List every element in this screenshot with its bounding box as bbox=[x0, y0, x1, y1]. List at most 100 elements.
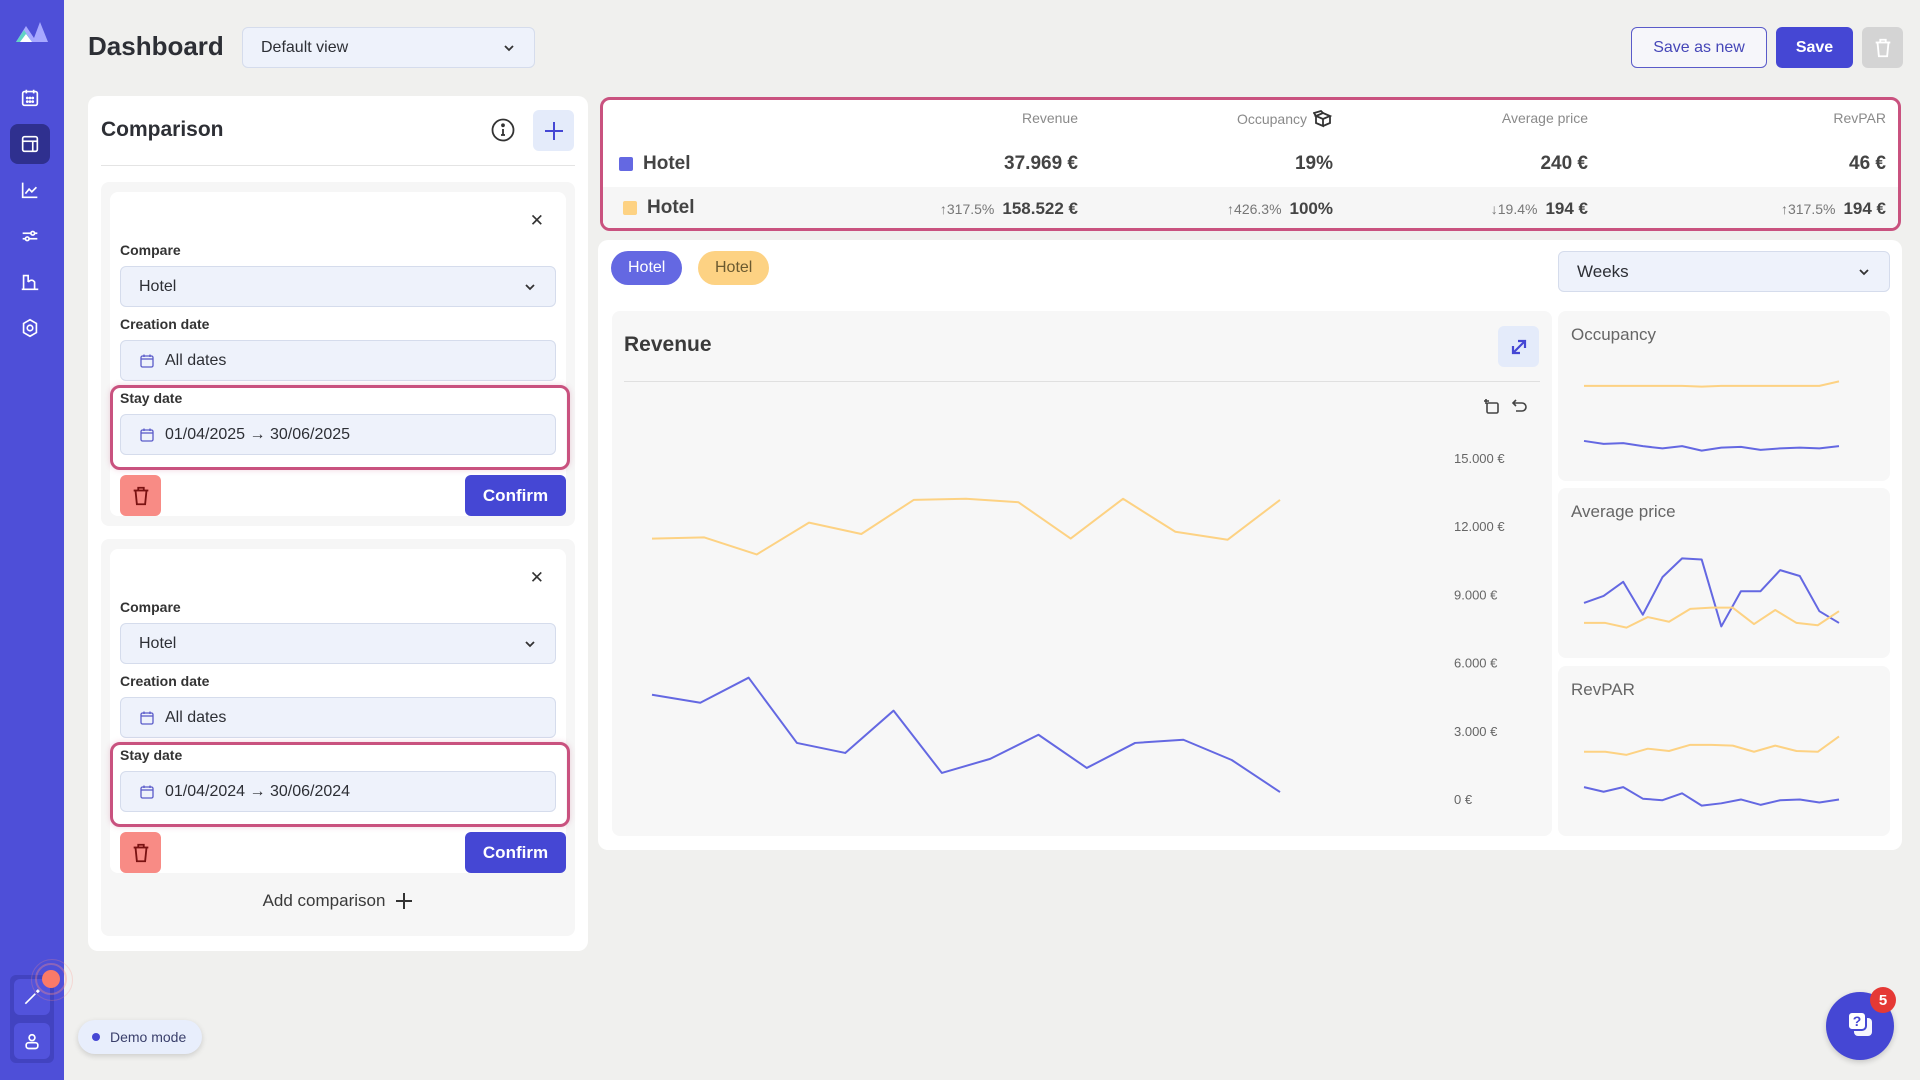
mini-series-line-blue bbox=[1583, 557, 1840, 628]
y-tick-label: 15.000 € bbox=[1454, 451, 1505, 466]
add-comparison-label: Add comparison bbox=[262, 891, 386, 910]
occupancy-value: ↑426.3% 100% bbox=[1227, 199, 1333, 218]
layout-icon bbox=[21, 135, 39, 153]
trash-icon bbox=[133, 486, 148, 505]
plus-icon bbox=[544, 121, 563, 140]
revenue-value: 37.969 € bbox=[1004, 153, 1078, 174]
granularity-select[interactable]: Weeks bbox=[1558, 251, 1890, 292]
creation-date-value: All dates bbox=[165, 351, 227, 369]
comparison-card: ✕ Compare Hotel Creation date All dates … bbox=[110, 549, 570, 873]
expand-icon bbox=[1511, 339, 1526, 354]
divider bbox=[624, 381, 1540, 382]
expand-button[interactable] bbox=[1498, 326, 1539, 367]
compare-select[interactable]: Hotel bbox=[120, 266, 556, 307]
compare-value: Hotel bbox=[139, 634, 177, 652]
logo-icon[interactable] bbox=[14, 18, 50, 44]
confirm-button[interactable]: Confirm bbox=[465, 475, 566, 516]
average-price-value: ↓19.4% 194 € bbox=[1490, 199, 1588, 218]
calendar-icon bbox=[140, 785, 154, 799]
sidebar-item-dashboard[interactable] bbox=[10, 124, 50, 164]
y-tick-label: 0 € bbox=[1454, 792, 1473, 807]
delete-comparison-button[interactable] bbox=[120, 832, 161, 873]
y-tick-label: 6.000 € bbox=[1454, 656, 1498, 671]
box-icon[interactable] bbox=[1313, 110, 1333, 128]
save-button[interactable]: Save bbox=[1776, 27, 1853, 68]
gear-icon bbox=[22, 318, 38, 338]
save-as-new-button[interactable]: Save as new bbox=[1631, 27, 1767, 68]
delete-comparison-button[interactable] bbox=[120, 475, 161, 516]
demo-mode-badge[interactable]: Demo mode bbox=[78, 1020, 203, 1054]
building-icon bbox=[21, 274, 39, 291]
color-swatch bbox=[619, 157, 633, 171]
sliders-icon bbox=[22, 230, 38, 242]
column-header-revenue: Revenue bbox=[1021, 110, 1078, 126]
summary-table: Revenue Occupancy Average price RevPAR H… bbox=[600, 97, 1901, 231]
reset-zoom-button[interactable] bbox=[1510, 397, 1530, 417]
demo-mode-label: Demo mode bbox=[110, 1029, 187, 1045]
series-line-yellow[interactable] bbox=[651, 497, 1281, 556]
creation-date-value: All dates bbox=[165, 708, 227, 726]
average-price-value: 240 € bbox=[1540, 153, 1588, 174]
sidebar-item-settings[interactable] bbox=[10, 308, 50, 348]
sidebar bbox=[0, 0, 73, 1080]
mini-series-line-blue bbox=[1583, 786, 1840, 807]
confirm-button[interactable]: Confirm bbox=[465, 832, 566, 873]
comparison-card-wrapper: ✕ Compare Hotel Creation date All dates … bbox=[101, 182, 575, 526]
compare-value: Hotel bbox=[139, 277, 177, 295]
add-comparison-button[interactable]: Add comparison bbox=[101, 891, 575, 911]
mini-series-line-blue bbox=[1583, 439, 1840, 452]
delta: ↑317.5% bbox=[1780, 201, 1836, 217]
average-price-chart-card: Average price bbox=[1558, 488, 1890, 658]
mini-series-line-yellow bbox=[1584, 380, 1840, 388]
creation-date-input[interactable]: All dates bbox=[120, 697, 556, 738]
delete-view-button[interactable] bbox=[1862, 27, 1903, 68]
chevron-down-icon bbox=[504, 44, 514, 51]
y-tick-label: 9.000 € bbox=[1454, 587, 1498, 602]
compare-select[interactable]: Hotel bbox=[120, 623, 556, 664]
series-chip[interactable]: Hotel bbox=[611, 251, 683, 285]
sidebar-item-calendar[interactable] bbox=[10, 78, 50, 118]
series-chip[interactable]: Hotel bbox=[698, 251, 770, 285]
stay-date-input[interactable]: 01/04/2024 → 30/06/2024 bbox=[120, 771, 556, 812]
page-title: Dashboard bbox=[88, 31, 224, 61]
revpar-chart-card: RevPAR bbox=[1558, 666, 1890, 836]
revpar-value: 46 € bbox=[1849, 153, 1886, 174]
close-icon[interactable]: ✕ bbox=[530, 212, 544, 229]
view-select-value: Default view bbox=[261, 38, 349, 56]
calendar-icon bbox=[21, 89, 39, 107]
notification-pulse[interactable] bbox=[31, 959, 73, 1001]
column-header-average-price: Average price bbox=[1501, 110, 1588, 126]
sidebar-item-analytics[interactable] bbox=[10, 170, 50, 210]
revenue-chart[interactable]: 0 € 3.000 € 6.000 € 9.000 € 12.000 € 15.000 € bbox=[612, 311, 1552, 836]
stay-date-input[interactable]: 01/04/2025 → 30/06/2025 bbox=[120, 414, 556, 455]
mini-series-line-yellow bbox=[1584, 735, 1840, 756]
revenue-value: ↑317.5% 158.522 € bbox=[939, 199, 1078, 218]
undo-icon bbox=[1511, 399, 1527, 412]
chevron-down-icon bbox=[525, 640, 535, 647]
add-comparison-top-button[interactable] bbox=[533, 110, 574, 151]
chart-toolbar bbox=[1482, 397, 1530, 417]
user-icon bbox=[25, 1033, 39, 1050]
zoom-select-button[interactable] bbox=[1482, 397, 1502, 417]
close-icon[interactable]: ✕ bbox=[530, 569, 544, 586]
creation-date-input[interactable]: All dates bbox=[120, 340, 556, 381]
view-select[interactable]: Default view bbox=[242, 27, 535, 68]
y-tick-label: 3.000 € bbox=[1454, 724, 1498, 739]
stay-date-value: 01/04/2024 → 30/06/2024 bbox=[165, 782, 351, 800]
sidebar-item-filters[interactable] bbox=[10, 216, 50, 256]
occupancy-value: 19% bbox=[1294, 153, 1333, 174]
charts-panel: Hotel Hotel Weeks 0 € 3.000 € 6.000 € 9.000… bbox=[598, 240, 1902, 850]
profile-button[interactable] bbox=[14, 1023, 50, 1059]
series-line-blue[interactable] bbox=[651, 676, 1281, 793]
calendar-icon bbox=[140, 711, 154, 725]
table-row: Hotel ↑317.5% 158.522 € ↑426.3% 100% ↓19.4… bbox=[603, 187, 1898, 228]
trash-icon bbox=[1875, 38, 1890, 57]
column-header-revpar: RevPAR bbox=[1833, 110, 1886, 126]
sidebar-item-properties[interactable] bbox=[10, 262, 50, 302]
calendar-icon bbox=[140, 354, 154, 368]
creation-date-label: Creation date bbox=[120, 673, 210, 689]
revenue-chart-card: 0 € 3.000 € 6.000 € 9.000 € 12.000 € 15.000 €… bbox=[612, 311, 1552, 836]
occupancy-chart-card: Occupancy bbox=[1558, 311, 1890, 481]
chevron-down-icon bbox=[1859, 268, 1869, 275]
info-icon[interactable] bbox=[490, 117, 516, 143]
